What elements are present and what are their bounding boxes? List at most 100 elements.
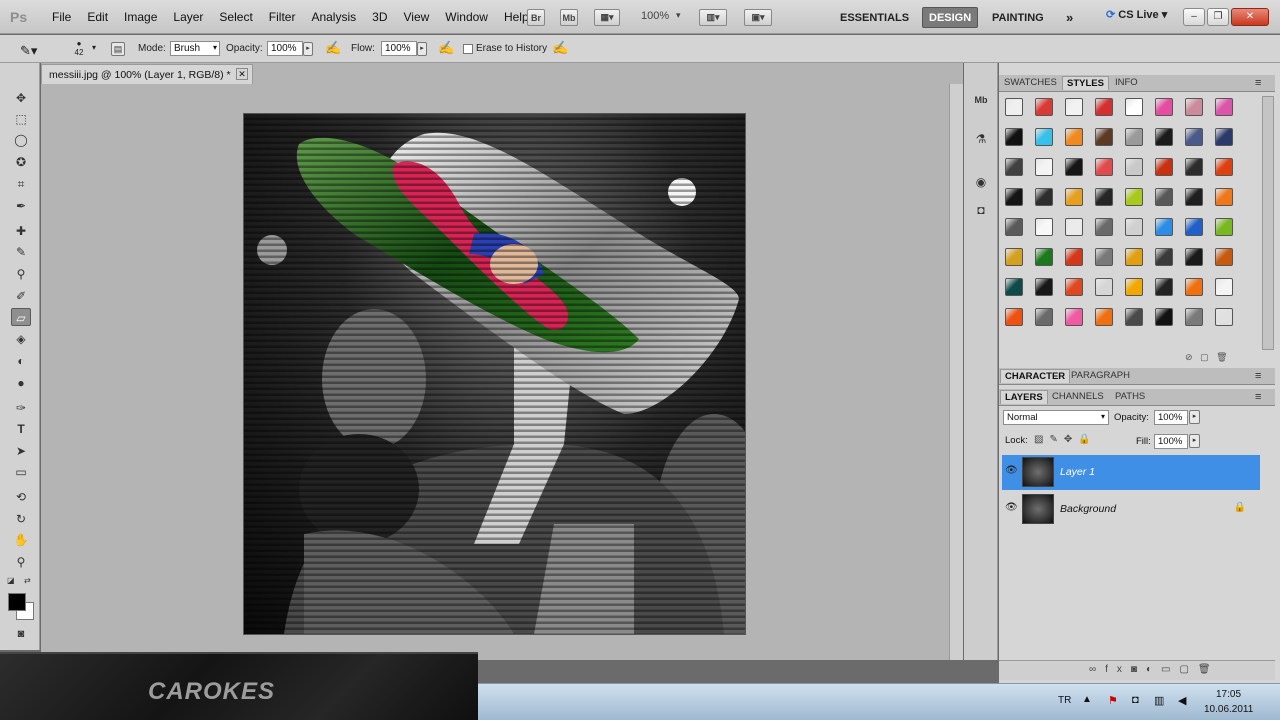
eraser-tool-icon[interactable]: ▱: [11, 308, 31, 326]
menu-3d[interactable]: 3D: [364, 10, 395, 24]
style-swatch[interactable]: [1035, 128, 1053, 146]
style-swatch[interactable]: [1005, 158, 1023, 176]
tray-app-icon[interactable]: ◘: [1132, 694, 1139, 706]
style-swatch[interactable]: [1095, 158, 1113, 176]
style-swatch[interactable]: [1155, 158, 1173, 176]
style-swatch[interactable]: [1065, 98, 1083, 116]
restore-button[interactable]: ❐: [1207, 8, 1229, 26]
style-swatch[interactable]: [1035, 98, 1053, 116]
style-swatch[interactable]: [1125, 248, 1143, 266]
style-swatch[interactable]: [1005, 98, 1023, 116]
hand-tool-icon[interactable]: ✋: [11, 531, 31, 549]
mode-select[interactable]: Brush ▾: [170, 41, 220, 56]
tab-paragraph[interactable]: PARAGRAPH: [1071, 370, 1130, 381]
style-swatch[interactable]: [1185, 98, 1203, 116]
style-swatch[interactable]: [1215, 98, 1233, 116]
style-swatch[interactable]: [1065, 218, 1083, 236]
style-swatch[interactable]: [1155, 188, 1173, 206]
style-swatch[interactable]: [1065, 308, 1083, 326]
style-swatch[interactable]: [1215, 308, 1233, 326]
brush-tool-icon[interactable]: ✎: [11, 243, 31, 261]
layer-row-layer1[interactable]: 👁 Layer 1: [1002, 455, 1260, 490]
style-swatch[interactable]: [1125, 128, 1143, 146]
lock-image-icon[interactable]: ✎: [1049, 434, 1063, 445]
style-swatch[interactable]: [1185, 278, 1203, 296]
workspace-painting[interactable]: PAINTING: [986, 7, 1050, 28]
network-icon[interactable]: ▥: [1154, 694, 1164, 707]
style-swatch[interactable]: [1215, 248, 1233, 266]
zoom-level[interactable]: 100%: [641, 10, 669, 22]
style-swatch[interactable]: [1095, 278, 1113, 296]
fill-arrow-icon[interactable]: ▸: [1189, 434, 1200, 448]
menu-analysis[interactable]: Analysis: [303, 10, 364, 24]
adjustment-layer-icon[interactable]: ◐: [1146, 664, 1161, 675]
style-swatch[interactable]: [1095, 218, 1113, 236]
style-swatch[interactable]: [1005, 128, 1023, 146]
style-swatch[interactable]: [1035, 308, 1053, 326]
style-swatch[interactable]: [1125, 278, 1143, 296]
lasso-tool-icon[interactable]: ◯: [11, 131, 31, 149]
style-swatch[interactable]: [1185, 218, 1203, 236]
style-swatch[interactable]: [1125, 98, 1143, 116]
bridge-button[interactable]: Br: [527, 9, 545, 26]
camera-panel-icon[interactable]: ◘: [971, 201, 991, 219]
close-document-icon[interactable]: ✕: [236, 68, 248, 80]
cs-live-button[interactable]: ⟳ CS Live ▾: [1106, 8, 1167, 21]
screen-mode-icon[interactable]: ▣▾: [744, 9, 772, 26]
style-swatch[interactable]: [1185, 158, 1203, 176]
style-swatch[interactable]: [1155, 98, 1173, 116]
mini-bridge-panel-icon[interactable]: Mb: [971, 91, 991, 109]
new-style-icon[interactable]: ▢: [1200, 352, 1209, 362]
style-swatch[interactable]: [1035, 218, 1053, 236]
style-swatch[interactable]: [1065, 128, 1083, 146]
3d-rotate-tool-icon[interactable]: ⟲: [11, 488, 31, 506]
tray-expand-icon[interactable]: ▲: [1082, 694, 1092, 705]
style-swatch[interactable]: [1155, 278, 1173, 296]
lock-position-icon[interactable]: ✥: [1064, 434, 1078, 445]
3d-orbit-tool-icon[interactable]: ↻: [11, 510, 31, 528]
tab-paths[interactable]: PATHS: [1115, 391, 1145, 402]
menu-image[interactable]: Image: [116, 10, 165, 24]
style-swatch[interactable]: [1215, 278, 1233, 296]
rectangle-tool-icon[interactable]: ▭: [11, 463, 31, 481]
marquee-tool-icon[interactable]: ⬚: [11, 110, 31, 128]
blend-mode-select[interactable]: Normal ▾: [1003, 410, 1109, 425]
healing-brush-tool-icon[interactable]: ✚: [11, 222, 31, 240]
workspace-essentials[interactable]: ESSENTIALS: [834, 7, 915, 28]
dodge-tool-icon[interactable]: ●: [11, 374, 31, 392]
tab-styles[interactable]: STYLES: [1062, 76, 1109, 90]
style-swatch[interactable]: [1215, 158, 1233, 176]
document-image[interactable]: [244, 114, 745, 634]
flow-field[interactable]: 100%: [381, 41, 417, 56]
style-swatch[interactable]: [1185, 248, 1203, 266]
layer-row-background[interactable]: 👁 Background 🔒: [1002, 492, 1260, 527]
fill-field[interactable]: 100%: [1154, 434, 1188, 449]
tab-layers[interactable]: LAYERS: [1000, 390, 1048, 404]
style-swatch[interactable]: [1035, 158, 1053, 176]
tab-character[interactable]: CHARACTER: [1000, 369, 1071, 383]
workspace-design[interactable]: DESIGN: [922, 7, 979, 28]
menu-window[interactable]: Window: [437, 10, 496, 24]
default-colors-icon[interactable]: ◪: [7, 576, 15, 585]
menu-file[interactable]: File: [44, 10, 79, 24]
opacity-field[interactable]: 100%: [267, 41, 303, 56]
close-button[interactable]: ✕: [1231, 8, 1269, 26]
style-swatch[interactable]: [1185, 188, 1203, 206]
style-swatch[interactable]: [1125, 158, 1143, 176]
tablet-size-icon[interactable]: ✍: [552, 40, 568, 56]
tab-channels[interactable]: CHANNELS: [1052, 391, 1104, 402]
arrange-documents-icon[interactable]: ▥▾: [699, 9, 727, 26]
style-swatch[interactable]: [1095, 308, 1113, 326]
layer-opacity-field[interactable]: 100%: [1154, 410, 1188, 425]
menu-view[interactable]: View: [395, 10, 437, 24]
delete-style-icon[interactable]: 🗑: [1216, 352, 1227, 362]
style-swatch[interactable]: [1155, 308, 1173, 326]
clock-date[interactable]: 10.06.2011: [1204, 704, 1253, 715]
input-language[interactable]: TR: [1058, 695, 1071, 706]
visibility-eye-icon[interactable]: 👁: [1005, 465, 1018, 476]
style-swatch[interactable]: [1035, 278, 1053, 296]
minimize-button[interactable]: –: [1183, 8, 1205, 26]
history-panel-icon[interactable]: ⚗: [971, 130, 991, 148]
airbrush-icon[interactable]: ✍: [438, 40, 454, 56]
style-swatch[interactable]: [1125, 188, 1143, 206]
